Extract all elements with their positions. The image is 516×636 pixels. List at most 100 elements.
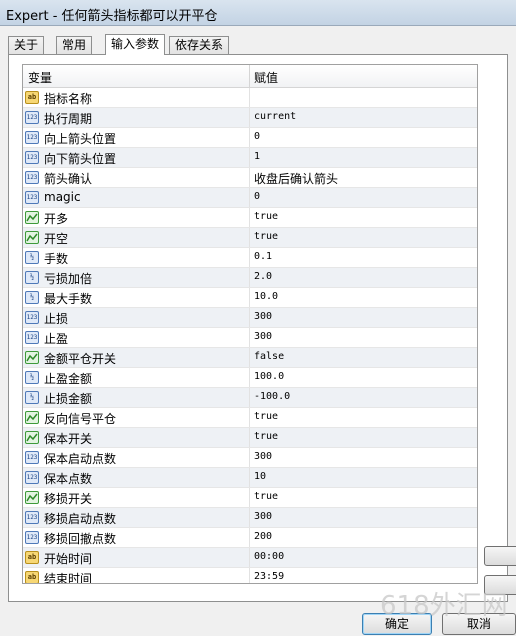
tab-inputs[interactable]: 输入参数 [105, 34, 166, 55]
cell-divider [249, 328, 250, 347]
123-integer-icon: 123 [25, 331, 39, 344]
table-row[interactable]: 反向信号平仓 true [23, 408, 477, 428]
ok-button[interactable]: 确定 [362, 613, 432, 635]
123-integer-icon: 123 [25, 311, 39, 324]
tab-about[interactable]: 关于 [8, 36, 45, 54]
cell-divider [249, 108, 250, 127]
123-integer-icon: 123 [25, 511, 39, 524]
parameter-value[interactable]: 收盘后确认箭头 [254, 170, 338, 187]
parameter-name: 箭头确认 [44, 172, 93, 186]
parameter-name: 指标名称 [44, 92, 93, 106]
parameter-value[interactable]: true [254, 411, 278, 422]
parameter-value[interactable]: 300 [254, 331, 272, 342]
bool-chart-icon [25, 411, 39, 424]
parameters-grid[interactable]: 变量 赋值 ab 指标名称 123 执行周期 current 123 向上箭头位置 0 123 向… [22, 64, 478, 584]
table-row[interactable]: ab 开始时间 00:00 [23, 548, 477, 568]
parameter-name: 开多 [44, 212, 69, 226]
parameter-name: 止盈金额 [44, 372, 93, 386]
cell-divider [249, 268, 250, 287]
cell-divider [249, 408, 250, 427]
table-row[interactable]: 保本开关 true [23, 428, 477, 448]
cell-divider [249, 448, 250, 467]
tab-dependencies[interactable]: 依存关系 [169, 36, 230, 54]
parameter-value[interactable]: 0.1 [254, 251, 272, 262]
parameter-value[interactable]: 1 [254, 151, 260, 162]
parameter-value[interactable]: current [254, 111, 296, 122]
parameter-value[interactable]: true [254, 211, 278, 222]
cell-divider [249, 348, 250, 367]
table-row[interactable]: ab 结束时间 23:59 [23, 568, 477, 583]
table-row[interactable]: 开多 true [23, 208, 477, 228]
table-row[interactable]: ab 指标名称 [23, 88, 477, 108]
bool-chart-icon [25, 491, 39, 504]
parameter-value[interactable]: 2.0 [254, 271, 272, 282]
tab-common[interactable]: 常用 [56, 36, 93, 54]
column-header-value[interactable]: 赋值 [254, 69, 278, 86]
parameter-value[interactable]: 23:59 [254, 571, 284, 582]
parameter-value[interactable]: 300 [254, 451, 272, 462]
table-row[interactable]: ½ 亏损加倍 2.0 [23, 268, 477, 288]
parameter-name: 开始时间 [44, 552, 93, 566]
parameter-name: 执行周期 [44, 112, 93, 126]
table-row[interactable]: ½ 最大手数 10.0 [23, 288, 477, 308]
bool-chart-icon [25, 351, 39, 364]
parameter-value[interactable]: 300 [254, 511, 272, 522]
table-row[interactable]: ½ 手数 0.1 [23, 248, 477, 268]
ab-string-icon: ab [25, 551, 39, 564]
parameter-value[interactable]: true [254, 231, 278, 242]
table-row[interactable]: 123 移损回撤点数 200 [23, 528, 477, 548]
table-row[interactable]: ½ 止盈金额 100.0 [23, 368, 477, 388]
table-row[interactable]: 123 止损 300 [23, 308, 477, 328]
table-row[interactable]: 移损开关 true [23, 488, 477, 508]
column-divider[interactable] [249, 65, 250, 87]
bool-chart-icon [25, 431, 39, 444]
cell-divider [249, 488, 250, 507]
table-row[interactable]: 123 移损启动点数 300 [23, 508, 477, 528]
parameter-value[interactable]: -100.0 [254, 391, 290, 402]
parameter-value[interactable]: true [254, 491, 278, 502]
save-button[interactable] [484, 575, 516, 595]
cell-divider [249, 208, 250, 227]
123-integer-icon: 123 [25, 151, 39, 164]
parameter-name: 止损金额 [44, 392, 93, 406]
parameter-value[interactable]: 300 [254, 311, 272, 322]
table-row[interactable]: 123 止盈 300 [23, 328, 477, 348]
cell-divider [249, 568, 250, 583]
cell-divider [249, 288, 250, 307]
table-row[interactable]: 123 保本点数 10 [23, 468, 477, 488]
table-row[interactable]: 开空 true [23, 228, 477, 248]
parameter-value[interactable]: 200 [254, 531, 272, 542]
tab-panel: 变量 赋值 ab 指标名称 123 执行周期 current 123 向上箭头位置 0 123 向… [8, 54, 508, 602]
table-row[interactable]: 123 箭头确认 收盘后确认箭头 [23, 168, 477, 188]
parameter-value[interactable]: 10 [254, 471, 266, 482]
column-header-variable[interactable]: 变量 [28, 69, 52, 86]
double-icon: ½ [25, 371, 39, 384]
table-row[interactable]: 123 执行周期 current [23, 108, 477, 128]
parameter-value[interactable]: 100.0 [254, 371, 284, 382]
table-row[interactable]: ½ 止损金额 -100.0 [23, 388, 477, 408]
parameter-value[interactable]: 0 [254, 191, 260, 202]
parameter-name: magic [44, 190, 81, 204]
parameter-value[interactable]: 00:00 [254, 551, 284, 562]
table-row[interactable]: 123 向上箭头位置 0 [23, 128, 477, 148]
table-row[interactable]: 123 保本启动点数 300 [23, 448, 477, 468]
parameter-name: 止损 [44, 312, 69, 326]
grid-header: 变量 赋值 [23, 65, 477, 88]
cell-divider [249, 308, 250, 327]
123-integer-icon: 123 [25, 171, 39, 184]
cell-divider [249, 468, 250, 487]
cancel-button[interactable]: 取消 [442, 613, 516, 635]
parameter-name: 开空 [44, 232, 69, 246]
parameter-value[interactable]: 10.0 [254, 291, 278, 302]
parameter-name: 保本开关 [44, 432, 93, 446]
cell-divider [249, 368, 250, 387]
parameter-name: 移损开关 [44, 492, 93, 506]
parameter-value[interactable]: false [254, 351, 284, 362]
parameter-value[interactable]: true [254, 431, 278, 442]
table-row[interactable]: 123 向下箭头位置 1 [23, 148, 477, 168]
parameter-name: 止盈 [44, 332, 69, 346]
table-row[interactable]: 金额平仓开关 false [23, 348, 477, 368]
table-row[interactable]: 123 magic 0 [23, 188, 477, 208]
parameter-value[interactable]: 0 [254, 131, 260, 142]
load-button[interactable] [484, 546, 516, 566]
